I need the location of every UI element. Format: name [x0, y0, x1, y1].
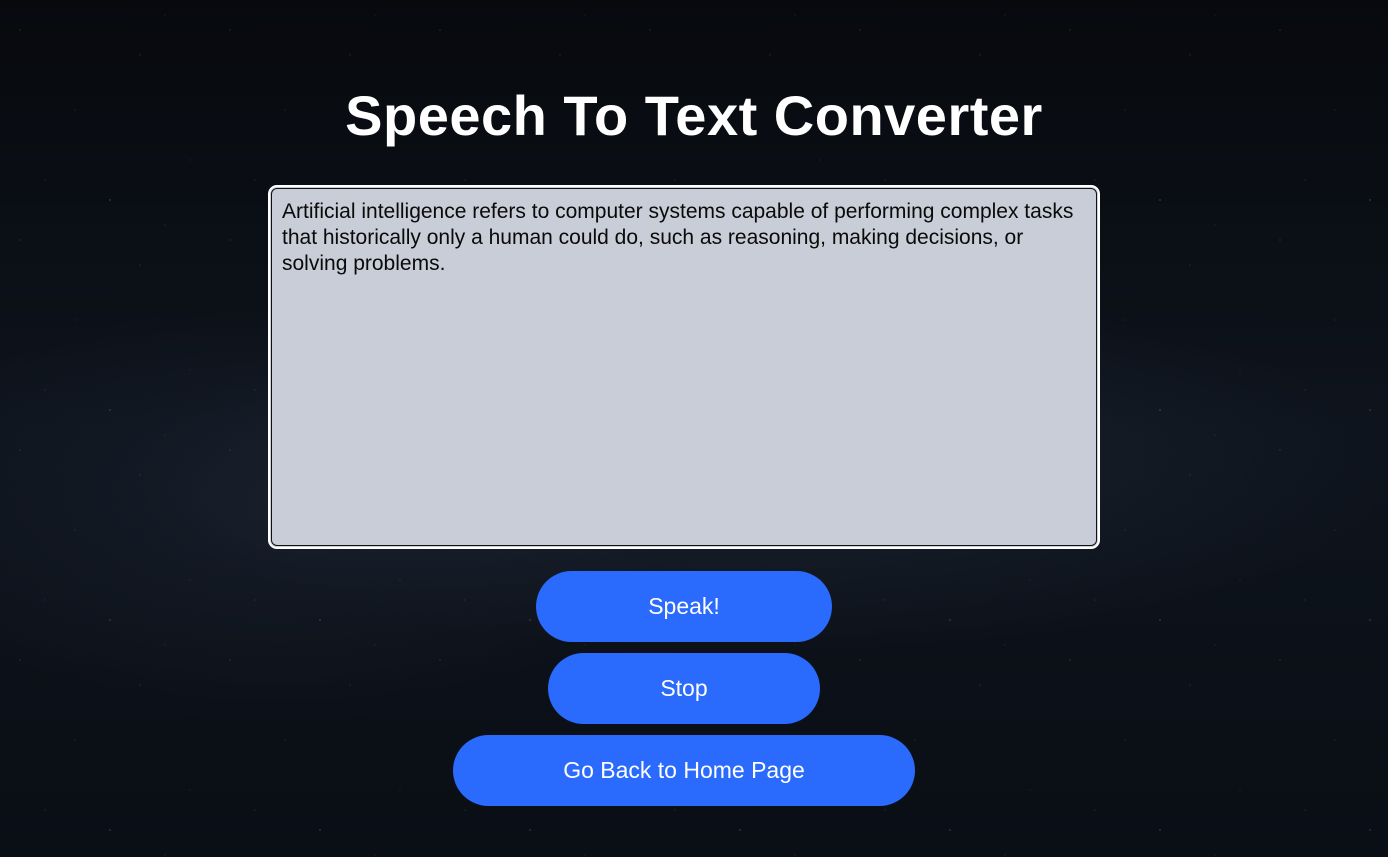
speech-to-text-page: Speech To Text Converter Artificial inte… [0, 0, 1388, 857]
speak-button[interactable]: Speak! [536, 571, 832, 642]
go-back-home-button[interactable]: Go Back to Home Page [453, 735, 915, 806]
transcript-textarea[interactable]: Artificial intelligence refers to comput… [268, 185, 1100, 549]
stop-button[interactable]: Stop [548, 653, 820, 724]
page-title: Speech To Text Converter [345, 84, 1043, 147]
